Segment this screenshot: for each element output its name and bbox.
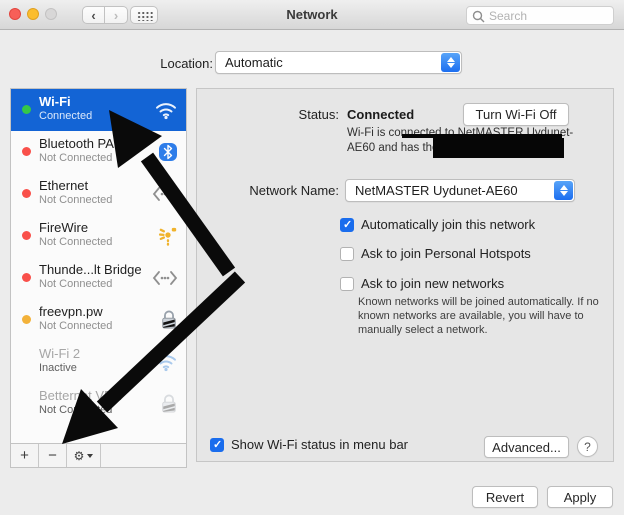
service-name: Bluetooth PAN [39, 136, 123, 151]
wifi-settings-panel: Status: Connected Turn Wi-Fi Off Wi-Fi i… [196, 88, 614, 462]
wifi-icon [154, 353, 178, 372]
search-icon [472, 10, 485, 23]
sidebar-item-thunde-lt-bridge[interactable]: Thunde...lt Bridge Not Connected [11, 257, 186, 299]
service-name: freevpn.pw [39, 304, 112, 319]
service-status: Connected [39, 110, 92, 122]
service-status: Not Connected [39, 236, 112, 248]
service-actions-button[interactable]: ⚙ [67, 444, 101, 467]
turn-wifi-off-button[interactable]: Turn Wi-Fi Off [463, 103, 569, 126]
auto-join-checkbox-row[interactable]: Automatically join this network [340, 217, 535, 232]
show-wifi-status-row[interactable]: Show Wi-Fi status in menu bar [210, 437, 408, 452]
add-service-button[interactable]: + [11, 444, 39, 467]
chevron-down-icon [87, 454, 93, 458]
sidebar-item-freevpn-pw[interactable]: freevpn.pw Not Connected [11, 299, 186, 341]
sidebar-action-bar: + − ⚙ [11, 443, 186, 467]
location-value: Automatic [225, 55, 437, 70]
search-input[interactable] [489, 8, 609, 23]
wifi-icon [154, 101, 178, 120]
lock-icon [160, 309, 178, 331]
service-name: Ethernet [39, 178, 112, 193]
service-name: FireWire [39, 220, 112, 235]
status-dot [22, 231, 31, 240]
apply-button[interactable]: Apply [547, 486, 613, 508]
service-status: Inactive [39, 362, 80, 374]
sidebar-item-wi-fi-2[interactable]: Wi-Fi 2 Inactive [11, 341, 186, 383]
network-name-dropdown[interactable]: NetMASTER Uydunet-AE60 [345, 179, 575, 202]
service-status: Not Connected [39, 404, 122, 416]
service-name: Thunde...lt Bridge [39, 262, 142, 277]
status-label: Status: [197, 107, 339, 122]
service-name: Betternet VPN [39, 388, 122, 403]
service-status: Not Connected [39, 152, 123, 164]
sidebar-item-bluetooth-pan[interactable]: Bluetooth PAN Not Connected [11, 131, 186, 173]
sidebar-item-ethernet[interactable]: Ethernet Not Connected [11, 173, 186, 215]
network-name-value: NetMASTER Uydunet-AE60 [355, 183, 550, 198]
network-name-label: Network Name: [197, 183, 339, 198]
checkbox[interactable] [340, 247, 354, 261]
lock-icon [160, 393, 178, 415]
service-status: Not Connected [39, 320, 112, 332]
ethernet-icon [152, 270, 178, 286]
checkbox-label: Ask to join new networks [361, 276, 504, 291]
firewire-icon [157, 226, 178, 247]
search-field[interactable] [466, 6, 614, 25]
checkbox[interactable] [340, 277, 354, 291]
checkbox[interactable] [210, 438, 224, 452]
redaction-box [433, 138, 564, 158]
help-button[interactable]: ? [577, 436, 598, 457]
personal-hotspots-checkbox-row[interactable]: Ask to join Personal Hotspots [340, 246, 531, 261]
status-dot [22, 315, 31, 324]
service-name: Wi-Fi 2 [39, 346, 80, 361]
service-status: Not Connected [39, 194, 112, 206]
gear-icon: ⚙ [74, 449, 85, 463]
status-dot [22, 147, 31, 156]
status-dot [22, 273, 31, 282]
title-bar: ‹ › Network [0, 0, 624, 30]
location-label: Location: [60, 56, 213, 71]
advanced-button[interactable]: Advanced... [484, 436, 569, 458]
checkbox-label: Automatically join this network [361, 217, 535, 232]
checkbox-label: Show Wi-Fi status in menu bar [231, 437, 408, 452]
known-networks-note: Known networks will be joined automatica… [358, 295, 616, 337]
dropdown-stepper-icon [441, 53, 460, 72]
dropdown-stepper-icon [554, 181, 573, 200]
bluetooth-icon [158, 142, 178, 162]
sidebar-item-firewire[interactable]: FireWire Not Connected [11, 215, 186, 257]
sidebar-item-betternet-vpn[interactable]: Betternet VPN Not Connected [11, 383, 186, 425]
service-status: Not Connected [39, 278, 142, 290]
ethernet-icon [152, 186, 178, 202]
checkbox[interactable] [340, 218, 354, 232]
new-networks-checkbox-row[interactable]: Ask to join new networks [340, 276, 504, 291]
sidebar-item-wi-fi[interactable]: Wi-Fi Connected [11, 89, 186, 131]
checkbox-label: Ask to join Personal Hotspots [361, 246, 531, 261]
service-name: Wi-Fi [39, 94, 92, 109]
revert-button[interactable]: Revert [472, 486, 538, 508]
status-value: Connected [347, 107, 414, 122]
status-dot [22, 105, 31, 114]
remove-service-button[interactable]: − [39, 444, 67, 467]
location-dropdown[interactable]: Automatic [215, 51, 462, 74]
network-services-list: Wi-Fi Connected Bluetooth PAN Not Connec… [10, 88, 187, 468]
status-dot [22, 189, 31, 198]
